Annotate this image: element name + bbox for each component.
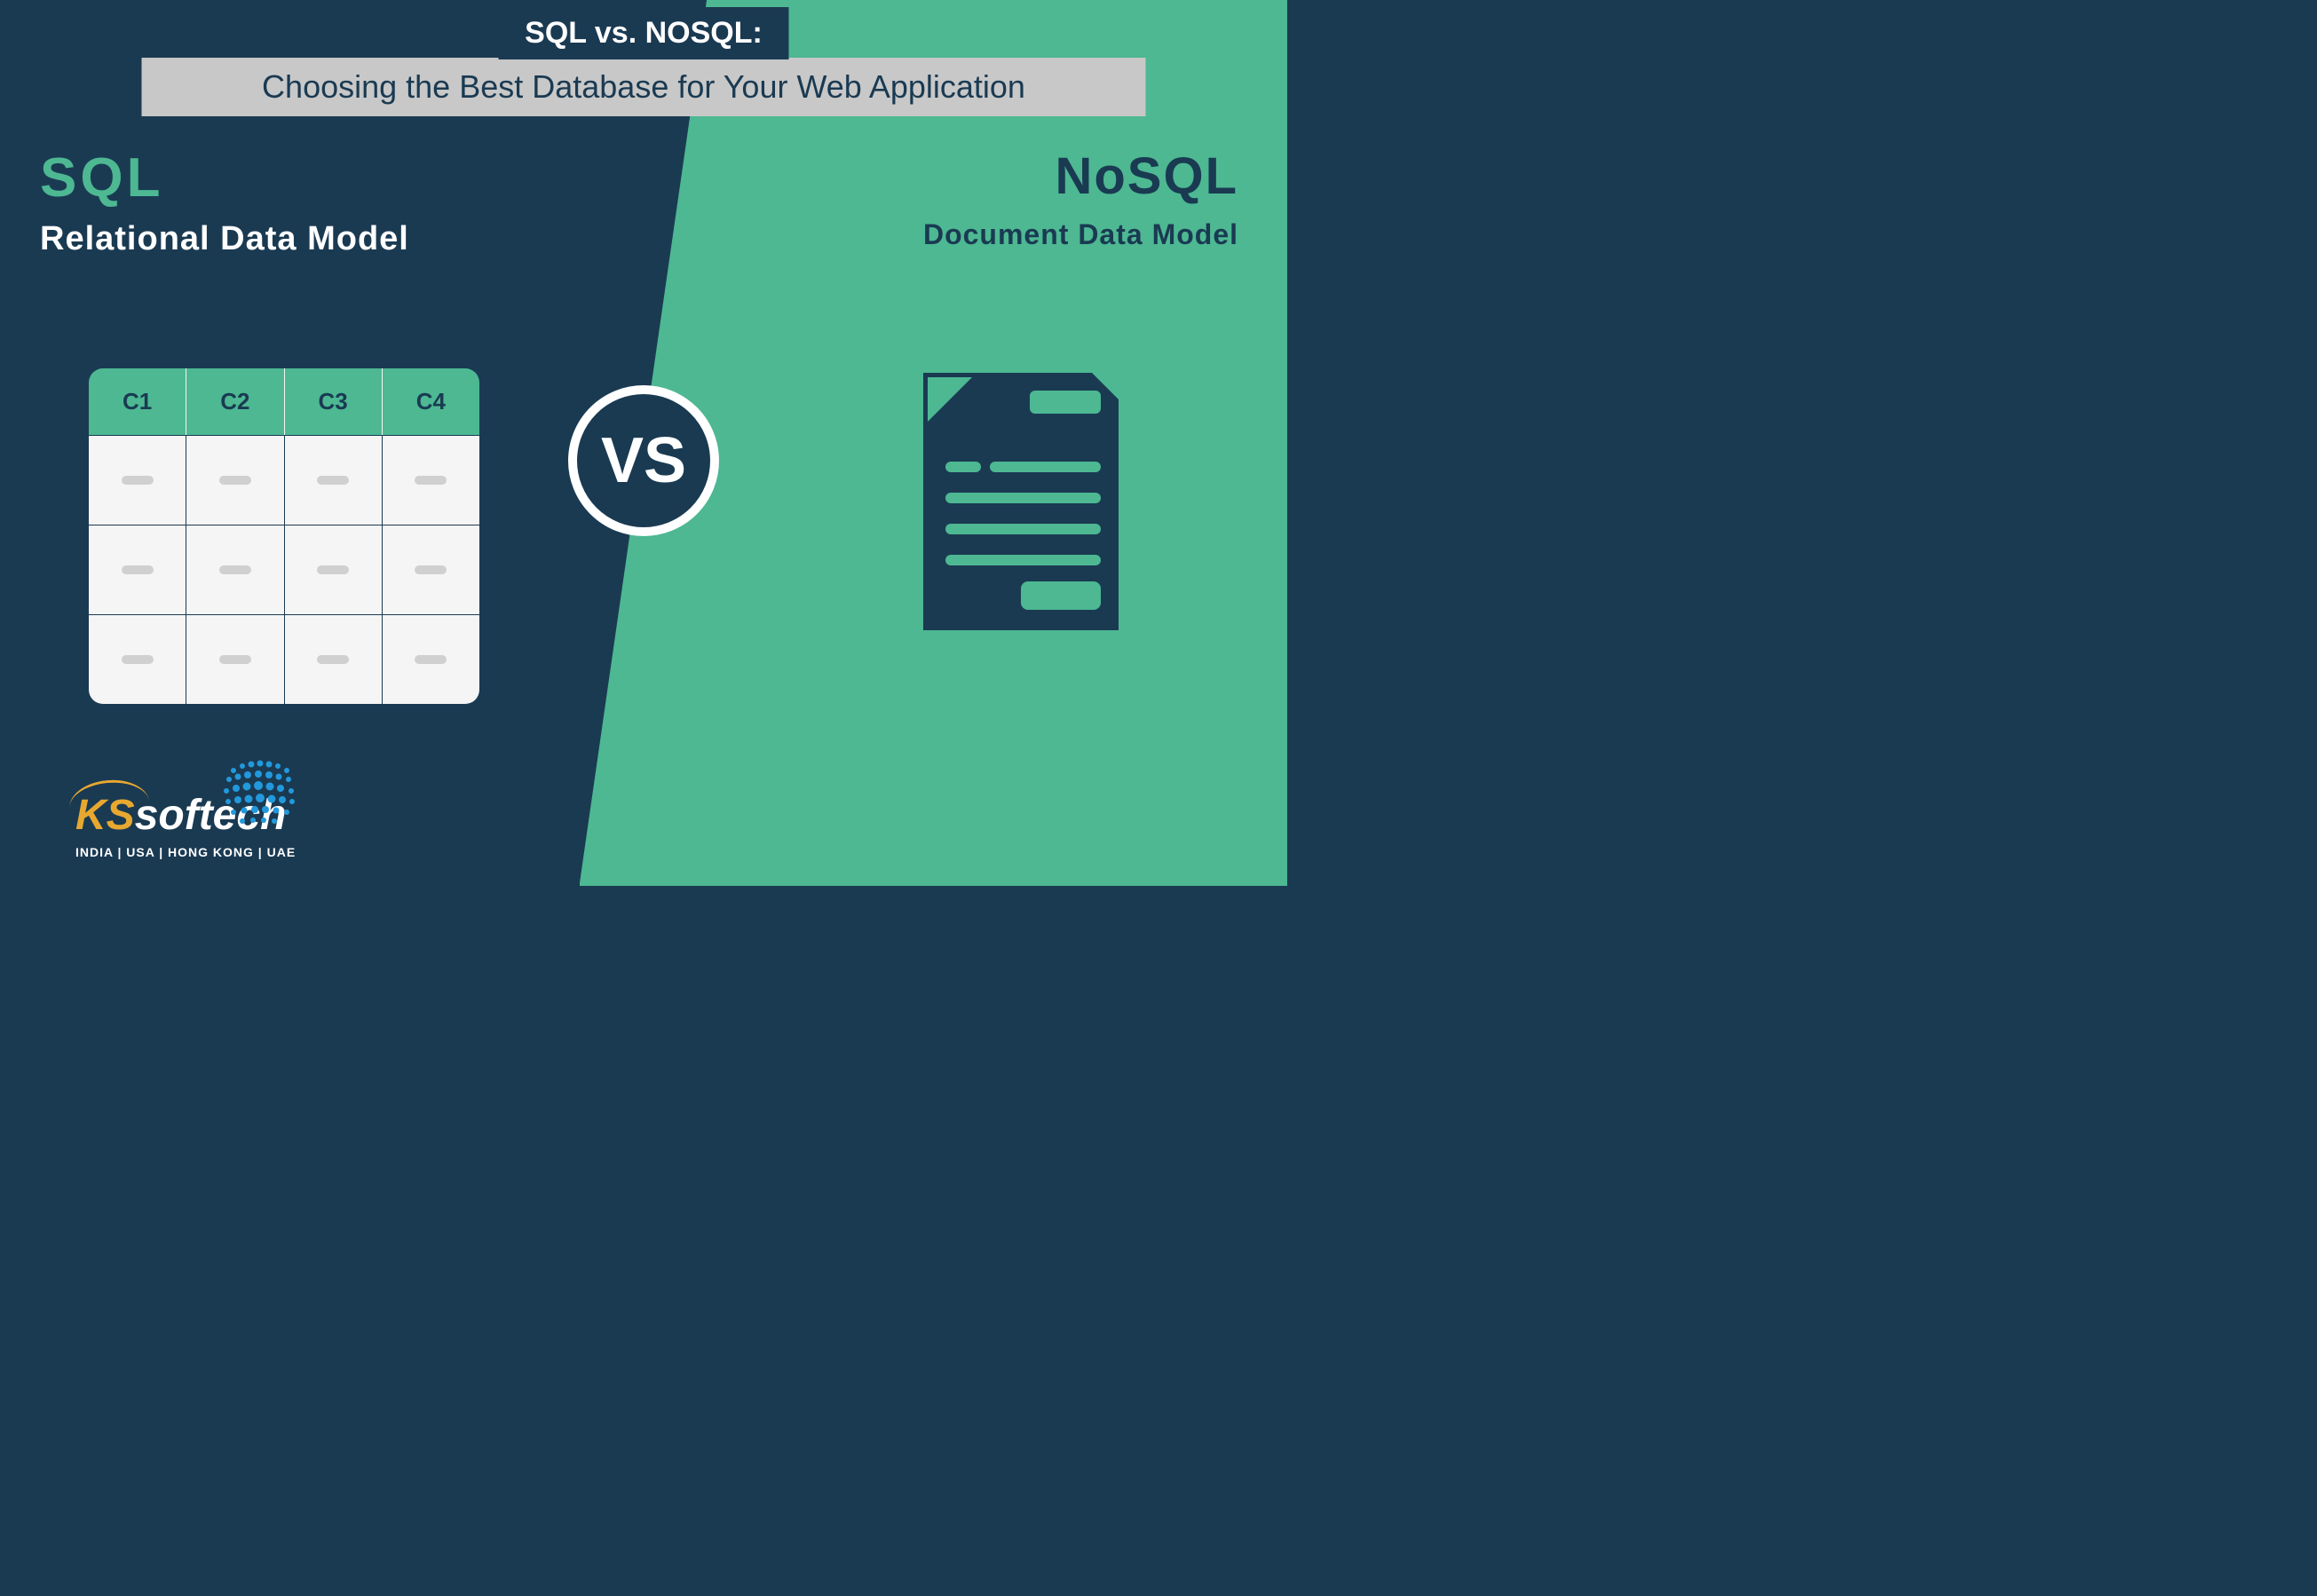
title-banner: SQL vs. NOSQL: Choosing the Best Databas…: [142, 7, 1146, 116]
table-row: [89, 525, 479, 614]
table-body: [89, 435, 479, 704]
table-icon: C1 C2 C3 C4: [89, 368, 479, 704]
table-cell: [285, 436, 383, 525]
table-cell: [186, 525, 284, 614]
table-col-header: C3: [285, 368, 383, 435]
table-cell: [285, 615, 383, 704]
nosql-label: NoSQL: [923, 146, 1238, 206]
table-cell: [186, 615, 284, 704]
table-col-header: C4: [383, 368, 479, 435]
table-row: [89, 435, 479, 525]
table-header: C1 C2 C3 C4: [89, 368, 479, 435]
logo-main: KSsoftech: [75, 791, 296, 840]
sql-section: SQL Relational Data Model: [40, 146, 409, 258]
document-icon: [897, 355, 1163, 675]
table-row: [89, 614, 479, 704]
table-cell: [285, 525, 383, 614]
sql-label: SQL: [40, 146, 409, 209]
logo-locations: INDIA | USA | HONG KONG | UAE: [75, 845, 296, 859]
logo: KSsoftech: [75, 791, 296, 859]
table-col-header: C1: [89, 368, 186, 435]
table-cell: [383, 525, 479, 614]
table-cell: [89, 615, 186, 704]
sql-subtitle: Relational Data Model: [40, 220, 409, 258]
title-subtitle: Choosing the Best Database for Your Web …: [142, 58, 1146, 116]
table-cell: [186, 436, 284, 525]
vs-text: VS: [601, 424, 686, 497]
table-col-header: C2: [186, 368, 284, 435]
diagram-container: SQL vs. NOSQL: Choosing the Best Databas…: [0, 0, 1287, 886]
globe-icon: [216, 757, 304, 828]
nosql-section: NoSQL Document Data Model: [923, 146, 1238, 251]
vs-badge: VS: [568, 385, 719, 536]
table-cell: [383, 436, 479, 525]
table-cell: [89, 436, 186, 525]
table-cell: [383, 615, 479, 704]
title-main: SQL vs. NOSQL:: [498, 7, 789, 59]
table-cell: [89, 525, 186, 614]
nosql-subtitle: Document Data Model: [923, 218, 1238, 251]
